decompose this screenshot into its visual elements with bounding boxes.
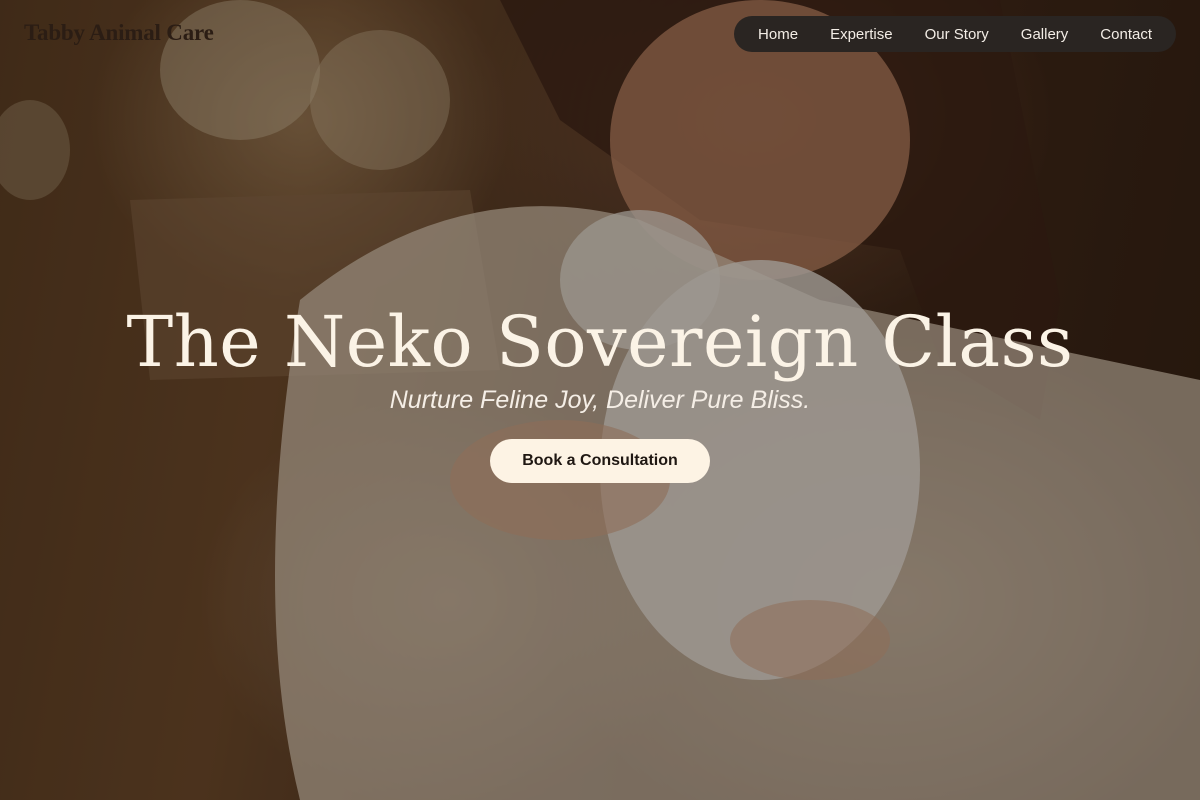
nav-link-contact[interactable]: Contact (1084, 26, 1168, 43)
hero-title: The Neko Sovereign Class (126, 301, 1074, 383)
nav-link-home[interactable]: Home (742, 26, 814, 43)
nav-link-our-story[interactable]: Our Story (909, 26, 1005, 43)
hero-section: The Neko Sovereign Class Nurture Feline … (0, 300, 1200, 483)
nav-link-gallery[interactable]: Gallery (1005, 26, 1085, 43)
book-consultation-button[interactable]: Book a Consultation (490, 439, 710, 483)
brand-logo[interactable]: Tabby Animal Care (24, 20, 214, 46)
nav-link-expertise[interactable]: Expertise (814, 26, 909, 43)
hero-subtitle: Nurture Feline Joy, Deliver Pure Bliss. (389, 386, 811, 414)
main-navigation: Home Expertise Our Story Gallery Contact (734, 16, 1176, 52)
